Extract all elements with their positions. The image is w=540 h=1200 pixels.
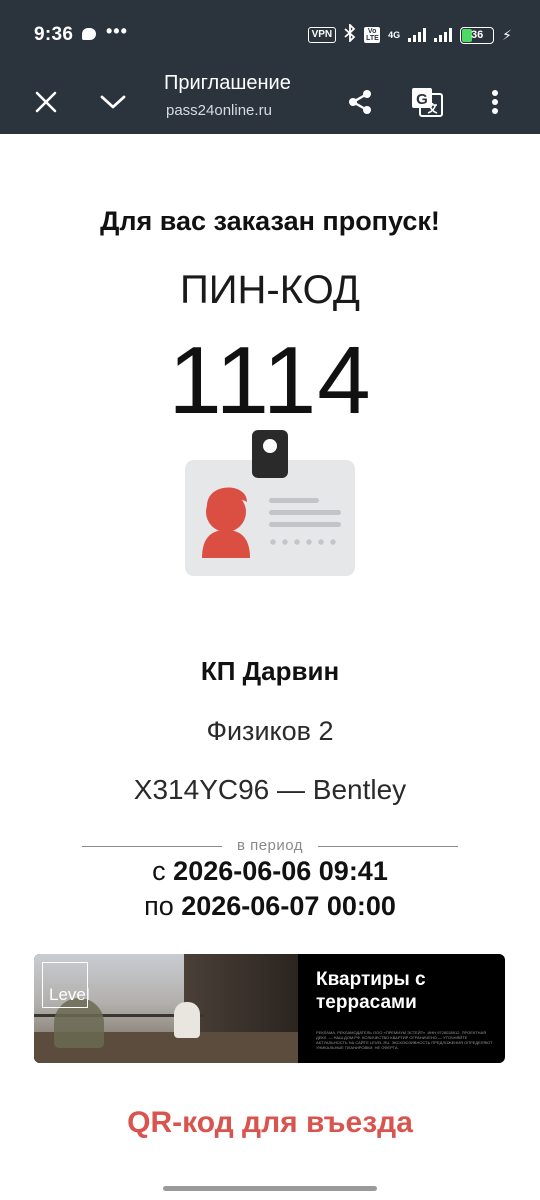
battery-level: 36 xyxy=(471,28,484,41)
share-icon xyxy=(349,90,371,114)
valid-from: с 2026-06-06 09:41 xyxy=(0,856,540,887)
translate-icon: G xyxy=(412,88,443,117)
status-bar: 9:36 ••• VPN Vo LTE 4G 36 ⚡ xyxy=(0,0,540,70)
divider-line-right xyxy=(318,846,458,847)
address: Физиков 2 xyxy=(206,716,334,746)
network-type-icon: 4G xyxy=(388,29,401,40)
translate-button[interactable]: G xyxy=(403,78,451,126)
signal-icon-sim2 xyxy=(434,28,453,42)
valid-from-prefix: с xyxy=(152,856,166,886)
valid-to-value: 2026-06-07 00:00 xyxy=(181,891,396,921)
status-indicators: VPN Vo LTE 4G 36 ⚡ xyxy=(307,22,512,47)
pin-code: 1114 xyxy=(168,327,372,434)
valid-to: по 2026-06-07 00:00 xyxy=(0,891,540,922)
pass-content: Для вас заказан пропуск! ПИН-КОД 1114 КП… xyxy=(0,134,540,1200)
close-button[interactable] xyxy=(22,78,70,126)
chat-notification-icon xyxy=(82,28,96,40)
id-badge-icon xyxy=(185,430,355,576)
close-icon xyxy=(35,91,57,113)
period-label: в период xyxy=(236,837,304,854)
valid-from-value: 2026-06-06 09:41 xyxy=(173,856,388,886)
ad-fine-print: РЕКЛАМА. РЕКЛАМОДАТЕЛЬ ООО «ПРЕМИУМ ЭСТЕ… xyxy=(316,1030,493,1050)
page-title: Приглашение xyxy=(164,72,291,94)
signal-icon xyxy=(408,28,427,42)
qr-code-link[interactable]: QR-код для въезда xyxy=(0,1106,540,1140)
chevron-down-icon xyxy=(100,95,126,109)
pass-headline: Для вас заказан пропуск! xyxy=(100,206,440,236)
browser-toolbar: Приглашение pass24online.ru G xyxy=(0,70,540,134)
volte-icon: Vo LTE xyxy=(364,27,381,43)
battery-icon: 36 xyxy=(460,26,495,44)
charging-icon: ⚡ xyxy=(502,26,512,43)
divider-line-left xyxy=(82,846,222,847)
ad-banner[interactable]: Level Квартиры с террасами РЕКЛАМА. РЕКЛ… xyxy=(34,954,505,1063)
vehicle-info: Х314YC96 — Bentley xyxy=(133,774,407,805)
status-time: 9:36 xyxy=(34,24,74,45)
valid-to-prefix: по xyxy=(144,891,174,921)
ad-photo: Level xyxy=(34,954,298,1063)
bluetooth-icon xyxy=(344,22,356,47)
ad-logo: Level xyxy=(42,962,90,1008)
ad-logo-text: Level xyxy=(49,985,90,1004)
pin-label: ПИН-КОД xyxy=(180,268,360,312)
home-indicator[interactable] xyxy=(163,1186,377,1191)
more-options-button[interactable] xyxy=(471,78,519,126)
ad-title: Квартиры с террасами xyxy=(316,969,426,1013)
share-button[interactable] xyxy=(336,78,384,126)
place-name: КП Дарвин xyxy=(200,656,340,686)
vpn-icon: VPN xyxy=(307,27,337,43)
minimize-button[interactable] xyxy=(89,78,137,126)
page-url: pass24online.ru xyxy=(166,102,272,119)
svg-text:G: G xyxy=(416,91,428,108)
more-notifications-icon: ••• xyxy=(106,21,128,41)
period-divider: в период xyxy=(82,836,458,856)
more-vert-icon xyxy=(492,90,498,114)
